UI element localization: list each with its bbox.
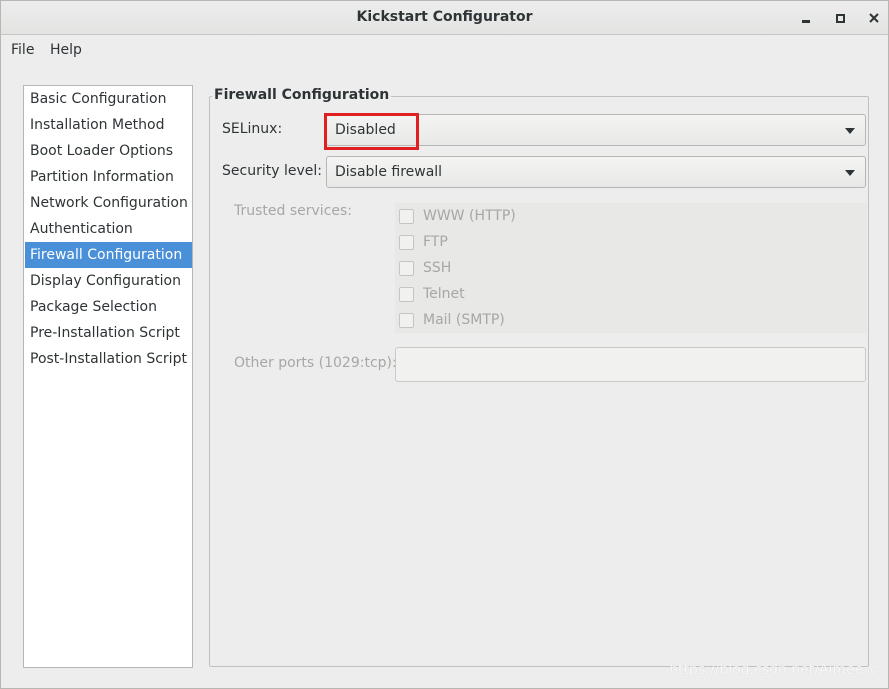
- dropdown-arrow-icon: [845, 170, 855, 176]
- service-label: SSH: [423, 260, 452, 276]
- minimize-icon: [802, 19, 810, 23]
- checkbox-icon[interactable]: [399, 208, 414, 224]
- security-level-label: Security level:: [222, 163, 322, 179]
- menu-file[interactable]: File: [11, 42, 34, 58]
- other-ports-input[interactable]: [395, 347, 866, 382]
- service-mail-smtp[interactable]: Mail (SMTP): [399, 309, 505, 331]
- nav-item-pre-installation-script[interactable]: Pre-Installation Script: [25, 320, 192, 346]
- nav-item-authentication[interactable]: Authentication: [25, 216, 192, 242]
- dropdown-arrow-icon: [845, 128, 855, 134]
- close-button[interactable]: [865, 9, 883, 27]
- nav-item-partition-information[interactable]: Partition Information: [25, 164, 192, 190]
- annotation-highlight-box: [324, 113, 419, 150]
- trusted-services-label: Trusted services:: [234, 203, 353, 219]
- checkbox-icon[interactable]: [399, 286, 414, 302]
- security-level-dropdown[interactable]: Disable firewall: [326, 156, 866, 188]
- service-label: WWW (HTTP): [423, 208, 516, 224]
- menu-bar: File Help: [1, 36, 888, 66]
- service-telnet[interactable]: Telnet: [399, 283, 465, 305]
- security-level-value: Disable firewall: [335, 164, 443, 180]
- checkbox-icon[interactable]: [399, 312, 414, 328]
- maximize-button[interactable]: [831, 9, 849, 27]
- checkbox-icon[interactable]: [399, 234, 414, 250]
- window-title: Kickstart Configurator: [356, 9, 533, 25]
- kickstart-window: Kickstart Configurator File Help Basic C…: [0, 0, 889, 689]
- nav-item-firewall-configuration[interactable]: Firewall Configuration: [25, 242, 192, 268]
- service-ftp[interactable]: FTP: [399, 231, 448, 253]
- close-icon: [869, 13, 879, 23]
- service-label: Telnet: [423, 286, 465, 302]
- title-bar[interactable]: Kickstart Configurator: [1, 1, 888, 35]
- minimize-button[interactable]: [797, 9, 815, 27]
- watermark: https://blog.csdn.net/Aimee_c: [669, 662, 878, 678]
- checkbox-icon[interactable]: [399, 260, 414, 276]
- nav-item-installation-method[interactable]: Installation Method: [25, 112, 192, 138]
- service-label: Mail (SMTP): [423, 312, 505, 328]
- selinux-label: SELinux:: [222, 121, 283, 137]
- other-ports-label: Other ports (1029:tcp):: [234, 355, 397, 371]
- nav-item-boot-loader-options[interactable]: Boot Loader Options: [25, 138, 192, 164]
- section-list: Basic Configuration Installation Method …: [23, 85, 193, 668]
- nav-item-post-installation-script[interactable]: Post-Installation Script: [25, 346, 192, 372]
- nav-item-network-configuration[interactable]: Network Configuration: [25, 190, 192, 216]
- maximize-icon: [835, 13, 845, 23]
- service-label: FTP: [423, 234, 448, 250]
- menu-help[interactable]: Help: [50, 42, 82, 58]
- service-ssh[interactable]: SSH: [399, 257, 451, 279]
- nav-item-basic-configuration[interactable]: Basic Configuration: [25, 86, 192, 112]
- nav-item-package-selection[interactable]: Package Selection: [25, 294, 192, 320]
- service-www-http[interactable]: WWW (HTTP): [399, 205, 516, 227]
- nav-item-display-configuration[interactable]: Display Configuration: [25, 268, 192, 294]
- section-title: Firewall Configuration: [212, 87, 392, 103]
